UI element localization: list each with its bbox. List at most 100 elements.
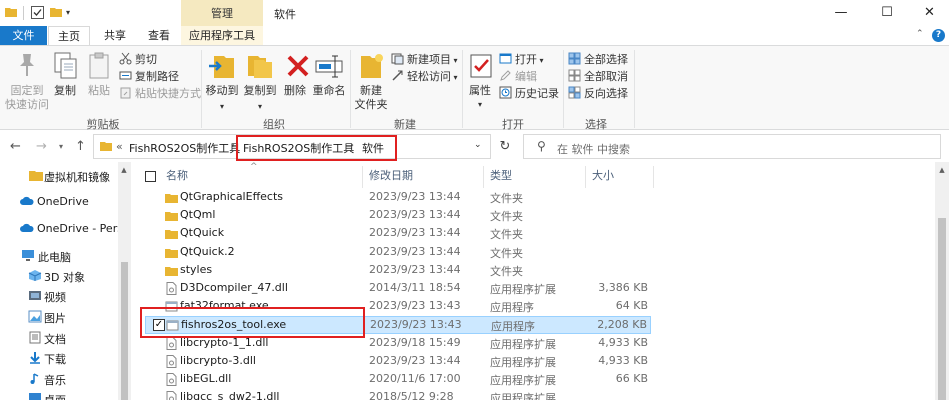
select-all-button[interactable]: 全部选择 — [568, 52, 628, 68]
scroll-up-arrow-icon[interactable]: ▲ — [118, 166, 130, 174]
table-row[interactable]: libcrypto-3.dll 2023/9/23 13:44 应用程序扩展 4,93… — [145, 353, 651, 371]
rename-button[interactable]: 重命名 — [312, 50, 346, 98]
delete-button[interactable]: 删除 — [282, 50, 309, 98]
chevron-up-icon[interactable]: ⌃ — [916, 29, 924, 39]
file-modified-date: 2023/9/23 13:43 — [369, 299, 461, 313]
nav-item-documents[interactable]: 文档 — [0, 328, 118, 348]
nav-item-3d-objects[interactable]: 3D 对象 — [0, 266, 118, 286]
pin-to-quick-access-label: 固定到 快速访问 — [5, 84, 49, 111]
copy-button[interactable]: 复制 — [50, 50, 80, 98]
scroll-up-arrow-icon[interactable]: ▲ — [936, 166, 948, 174]
properties-button[interactable]: 属性 ▾ — [465, 50, 495, 112]
column-header-type[interactable]: 类型 — [490, 166, 512, 186]
column-header-modified[interactable]: 修改日期 — [369, 166, 413, 186]
nav-item-desktop[interactable]: 桌面 — [0, 389, 118, 400]
recent-locations-icon[interactable]: ▾ — [59, 142, 63, 151]
breadcrumb-overflow[interactable]: « — [116, 140, 123, 153]
nav-item-label: 视频 — [44, 291, 66, 304]
customize-quick-access-icon[interactable]: ▾ — [66, 8, 70, 17]
file-name: libEGL.dll — [180, 372, 232, 385]
chevron-right-icon[interactable]: › — [231, 140, 235, 151]
forward-arrow-icon[interactable]: → — [36, 139, 47, 154]
open-label: 打开 — [515, 53, 537, 66]
refresh-icon[interactable]: ↻ — [495, 134, 515, 159]
file-type: 应用程序扩展 — [490, 337, 556, 351]
paste-shortcut-button[interactable]: 粘贴快捷方式 — [119, 86, 201, 102]
highlight-box — [140, 307, 365, 338]
column-header-name[interactable]: 名称 — [166, 166, 188, 186]
history-button[interactable]: 历史记录 — [499, 86, 559, 102]
nav-item-label: OneDrive - Perso — [37, 222, 118, 235]
invert-selection-icon — [568, 86, 581, 99]
table-row[interactable]: libgcc_s_dw2-1.dll 2018/5/12 9:28 应用程序扩展 — [145, 389, 651, 400]
file-list-scrollbar[interactable]: ▲ — [935, 162, 949, 400]
file-type: 文件夹 — [490, 264, 523, 278]
pin-to-quick-access-button[interactable]: 固定到 快速访问 — [4, 50, 50, 112]
column-header-size[interactable]: 大小 — [592, 166, 614, 186]
tab-view[interactable]: 查看 — [139, 26, 179, 45]
paste-button[interactable]: 粘贴 — [84, 50, 114, 98]
column-divider[interactable] — [585, 166, 586, 188]
nav-item-label: 文档 — [44, 333, 66, 346]
search-icon: ⚲ — [537, 139, 546, 153]
nav-pane-scroll-thumb[interactable] — [121, 262, 128, 400]
table-row[interactable]: QtGraphicalEffects 2023/9/23 13:44 文件夹 — [145, 189, 651, 207]
file-list-scroll-thumb[interactable] — [938, 218, 946, 400]
column-divider[interactable] — [362, 166, 363, 188]
file-type: 应用程序 — [491, 320, 535, 334]
nav-item-vm-images[interactable]: 虚拟机和镜像 — [0, 166, 118, 186]
table-row[interactable]: D3Dcompiler_47.dll 2014/3/11 18:54 应用程序扩展 3… — [145, 280, 651, 298]
breadcrumb-fishros2os-tools[interactable]: FishROS2OS制作工具 — [129, 140, 240, 156]
select-group-label: 选择 — [585, 118, 607, 131]
edit-button[interactable]: 编辑 — [499, 69, 537, 85]
move-to-button[interactable]: 移动到 ▾ — [204, 50, 240, 114]
search-input[interactable]: ⚲ 在 软件 中搜索 — [523, 134, 941, 159]
chevron-down-icon[interactable]: ⌄ — [474, 140, 482, 150]
manage-context-tab[interactable]: 管理 — [181, 0, 263, 28]
maximize-button[interactable]: ☐ — [864, 0, 910, 26]
edit-label: 编辑 — [515, 70, 537, 83]
nav-item-this-pc[interactable]: 此电脑 — [0, 246, 118, 266]
table-row[interactable]: QtQuick 2023/9/23 13:44 文件夹 — [145, 225, 651, 243]
select-none-button[interactable]: 全部取消 — [568, 69, 628, 85]
nav-item-music[interactable]: 音乐 — [0, 369, 118, 389]
tab-file[interactable]: 文件 — [0, 26, 47, 45]
nav-item-videos[interactable]: 视频 — [0, 286, 118, 306]
paste-shortcut-label: 粘贴快捷方式 — [135, 87, 201, 100]
table-row[interactable]: QtQuick.2 2023/9/23 13:44 文件夹 — [145, 244, 651, 262]
minimize-button[interactable]: — — [818, 0, 864, 26]
file-type: 文件夹 — [490, 210, 523, 224]
new-folder-icon[interactable] — [50, 6, 62, 18]
new-folder-button[interactable]: 新建 文件夹 — [352, 50, 390, 112]
close-button[interactable]: ✕ — [910, 0, 949, 26]
nav-item-pictures[interactable]: 图片 — [0, 307, 118, 327]
invert-selection-button[interactable]: 反向选择 — [568, 86, 628, 102]
cloud-icon — [20, 223, 34, 232]
copy-to-button[interactable]: 复制到 ▾ — [242, 50, 278, 114]
nav-item-downloads[interactable]: 下载 — [0, 348, 118, 368]
up-arrow-icon[interactable]: ↑ — [75, 139, 86, 154]
column-divider[interactable] — [653, 166, 654, 188]
select-all-checkbox[interactable] — [145, 171, 156, 182]
ribbon-tabs: 文件 主页 共享 查看 应用程序工具 — [0, 26, 949, 46]
new-item-button[interactable]: 新建项目 ▾ — [391, 52, 458, 68]
open-button[interactable]: 打开 ▾ — [499, 52, 544, 68]
help-icon[interactable]: ? — [932, 29, 945, 42]
back-arrow-icon[interactable]: ← — [10, 139, 21, 154]
easy-access-icon — [392, 70, 403, 81]
tab-application-tools[interactable]: 应用程序工具 — [181, 26, 263, 45]
nav-pane-scrollbar[interactable]: ▲ — [118, 162, 131, 400]
tab-share[interactable]: 共享 — [95, 26, 135, 45]
nav-item-onedrive-personal[interactable]: OneDrive - Perso — [0, 219, 118, 239]
tab-home[interactable]: 主页 — [48, 26, 90, 46]
table-row[interactable]: libEGL.dll 2020/11/6 17:00 应用程序扩展 66 KB — [145, 371, 651, 389]
cut-button[interactable]: 剪切 — [119, 52, 157, 68]
open-icon — [499, 53, 512, 64]
column-divider[interactable] — [483, 166, 484, 188]
copy-path-button[interactable]: 复制路径 — [119, 69, 179, 85]
table-row[interactable]: QtQml 2023/9/23 13:44 文件夹 — [145, 207, 651, 225]
table-row[interactable]: styles 2023/9/23 13:44 文件夹 — [145, 262, 651, 280]
properties-check-icon[interactable] — [31, 6, 44, 19]
easy-access-button[interactable]: 轻松访问 ▾ — [391, 69, 458, 85]
nav-item-onedrive[interactable]: OneDrive — [0, 192, 118, 212]
